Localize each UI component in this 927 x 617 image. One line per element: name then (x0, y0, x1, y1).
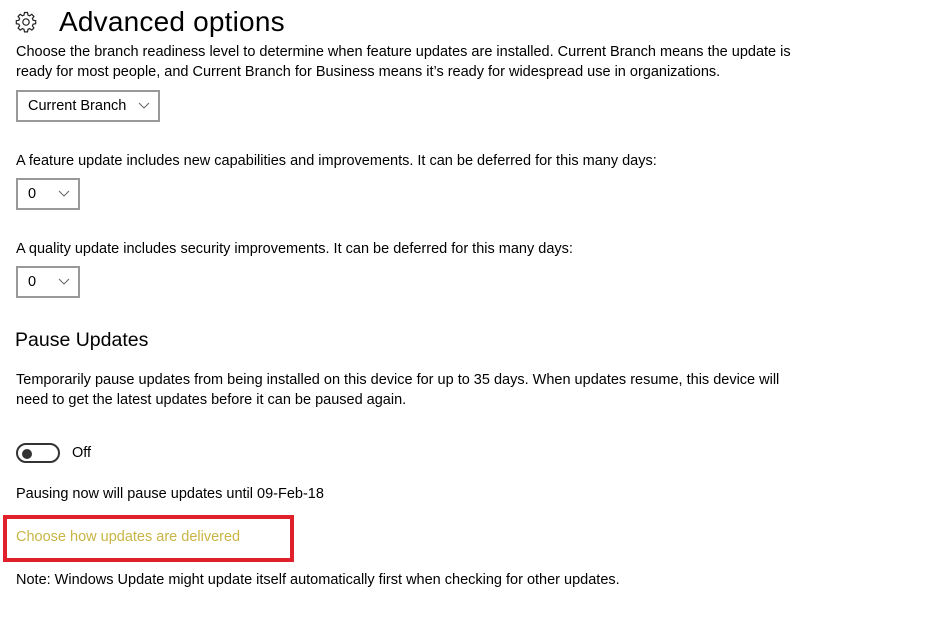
feature-defer-days-value: 0 (28, 186, 37, 202)
branch-readiness-dropdown[interactable]: Current Branch (16, 90, 160, 122)
branch-readiness-value: Current Branch (28, 98, 127, 114)
chevron-down-icon (58, 278, 70, 285)
page-title: Advanced options (59, 6, 285, 37)
pause-description: Temporarily pause updates from being ins… (16, 370, 916, 410)
quality-update-label: A quality update includes security impro… (16, 241, 573, 257)
page-header: Advanced options (14, 2, 285, 42)
pause-description-line: Temporarily pause updates from being ins… (16, 372, 780, 388)
branch-description-line: ready for most people, and Current Branc… (16, 64, 721, 80)
chevron-down-icon (138, 102, 150, 109)
chevron-down-icon (58, 190, 70, 197)
pause-description-line: need to get the latest updates before it… (16, 392, 407, 408)
note-text: Note: Windows Update might update itself… (16, 572, 620, 588)
gear-icon (15, 11, 37, 33)
pause-until-text: Pausing now will pause updates until 09-… (16, 486, 324, 502)
pause-toggle-row: Off (16, 443, 91, 463)
feature-update-label: A feature update includes new capabiliti… (16, 153, 657, 169)
quality-defer-days-value: 0 (28, 274, 37, 290)
toggle-knob (22, 449, 32, 459)
quality-defer-days-dropdown[interactable]: 0 (16, 266, 80, 298)
branch-description: Choose the branch readiness level to det… (16, 42, 916, 82)
pause-toggle-state: Off (72, 445, 92, 461)
branch-description-line: Choose the branch readiness level to det… (16, 44, 791, 60)
pause-updates-heading: Pause Updates (15, 329, 149, 351)
delivery-optimization-link[interactable]: Choose how updates are delivered (16, 529, 240, 545)
feature-defer-days-dropdown[interactable]: 0 (16, 178, 80, 210)
pause-updates-toggle[interactable] (16, 443, 60, 463)
